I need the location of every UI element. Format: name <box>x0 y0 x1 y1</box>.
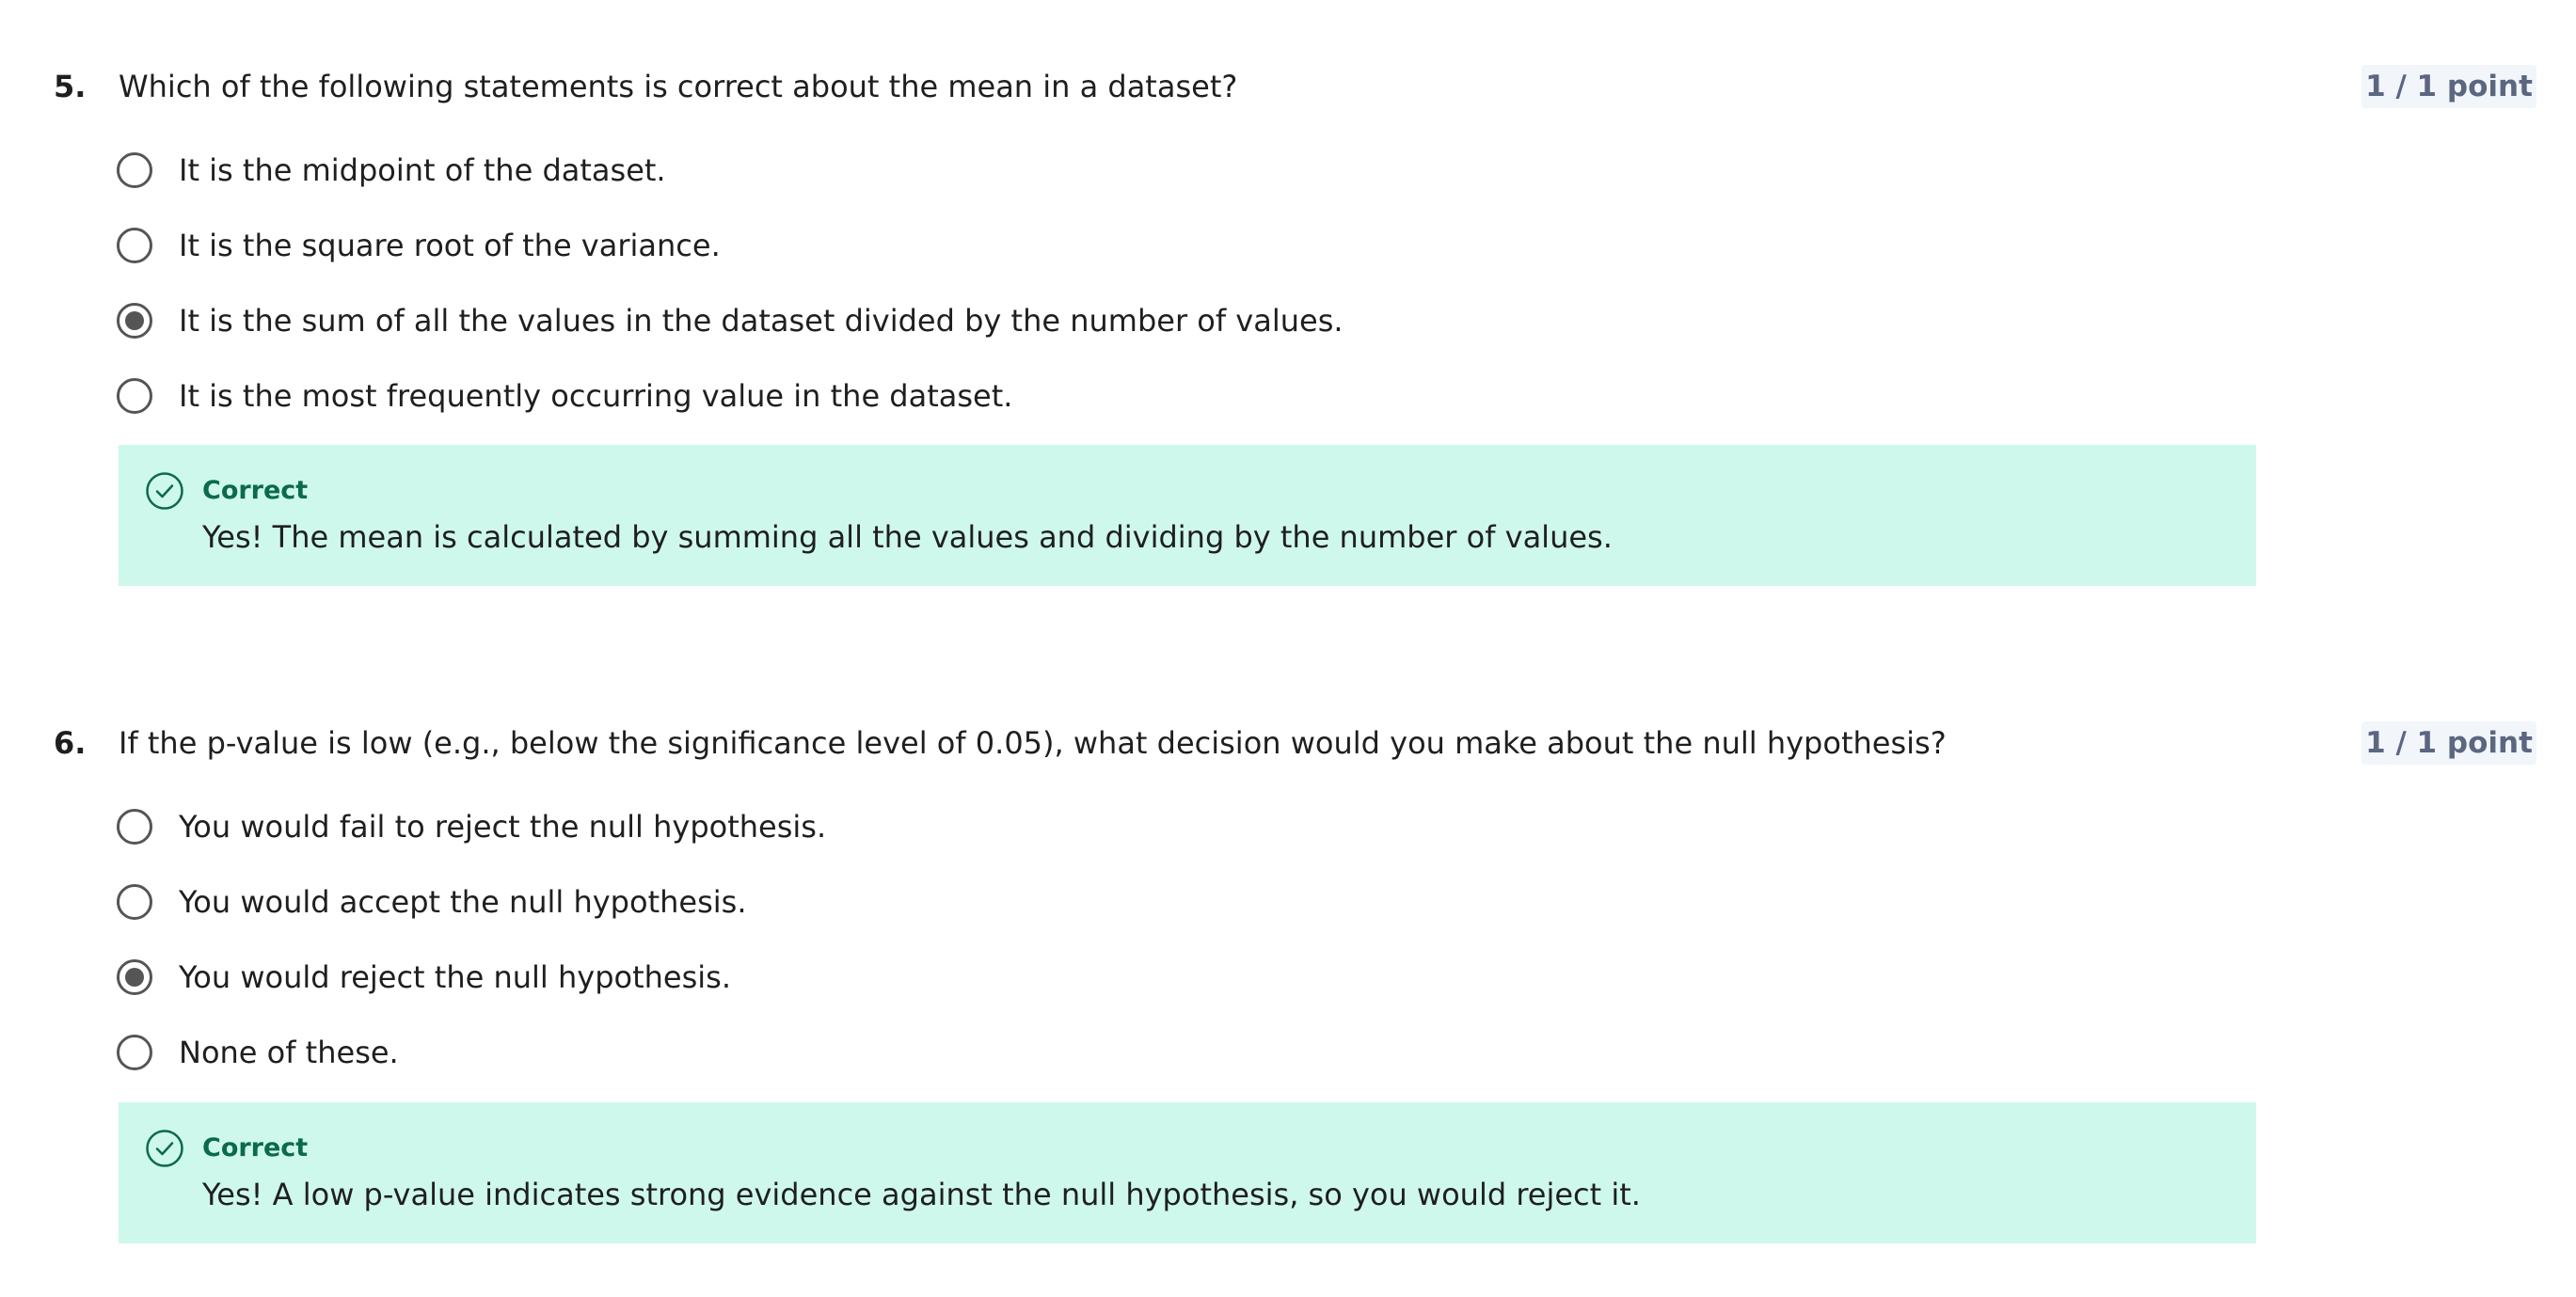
points-badge: 1 / 1 point <box>2361 721 2536 765</box>
feedback-status: Correct <box>202 476 309 505</box>
option-label: You would reject the null hypothesis. <box>179 959 731 995</box>
option-label: It is the sum of all the values in the d… <box>179 303 1344 339</box>
option-label: It is the square root of the variance. <box>179 228 721 263</box>
option-radio[interactable]: It is the midpoint of the dataset. <box>117 148 666 193</box>
option-label: You would fail to reject the null hypoth… <box>179 809 827 845</box>
option-radio[interactable]: It is the most frequently occurring valu… <box>117 373 1012 419</box>
radio-button[interactable] <box>117 809 152 845</box>
question-number: 5. <box>54 69 87 104</box>
question-number: 6. <box>54 725 87 761</box>
option-radio[interactable]: You would fail to reject the null hypoth… <box>117 804 826 849</box>
question-text: Which of the following statements is cor… <box>119 69 1238 104</box>
radio-button[interactable] <box>117 884 152 920</box>
radio-button[interactable] <box>117 378 152 414</box>
option-label: It is the most frequently occurring valu… <box>179 378 1013 414</box>
radio-button[interactable] <box>117 1035 152 1070</box>
option-radio-selected[interactable]: It is the sum of all the values in the d… <box>117 298 1344 343</box>
radio-button-selected[interactable] <box>117 303 152 339</box>
feedback-panel: Correct Yes! A low p-value indicates str… <box>119 1102 2256 1243</box>
option-label: It is the midpoint of the dataset. <box>179 152 666 188</box>
option-radio[interactable]: It is the square root of the variance. <box>117 223 721 268</box>
radio-button-selected[interactable] <box>117 959 152 995</box>
radio-button[interactable] <box>117 152 152 188</box>
question-text: If the p-value is low (e.g., below the s… <box>119 725 1947 761</box>
feedback-panel: Correct Yes! The mean is calculated by s… <box>119 445 2256 586</box>
feedback-text: Yes! The mean is calculated by summing a… <box>202 519 1613 555</box>
option-radio[interactable]: You would accept the null hypothesis. <box>117 879 746 925</box>
feedback-status: Correct <box>202 1133 309 1163</box>
feedback-text: Yes! A low p-value indicates strong evid… <box>202 1177 1641 1212</box>
points-badge: 1 / 1 point <box>2361 65 2536 108</box>
option-label: None of these. <box>179 1035 399 1070</box>
option-radio-selected[interactable]: You would reject the null hypothesis. <box>117 955 731 1000</box>
radio-button[interactable] <box>117 228 152 263</box>
check-circle-icon <box>146 472 183 510</box>
option-radio[interactable]: None of these. <box>117 1030 399 1075</box>
check-circle-icon <box>146 1130 183 1167</box>
option-label: You would accept the null hypothesis. <box>179 884 747 920</box>
